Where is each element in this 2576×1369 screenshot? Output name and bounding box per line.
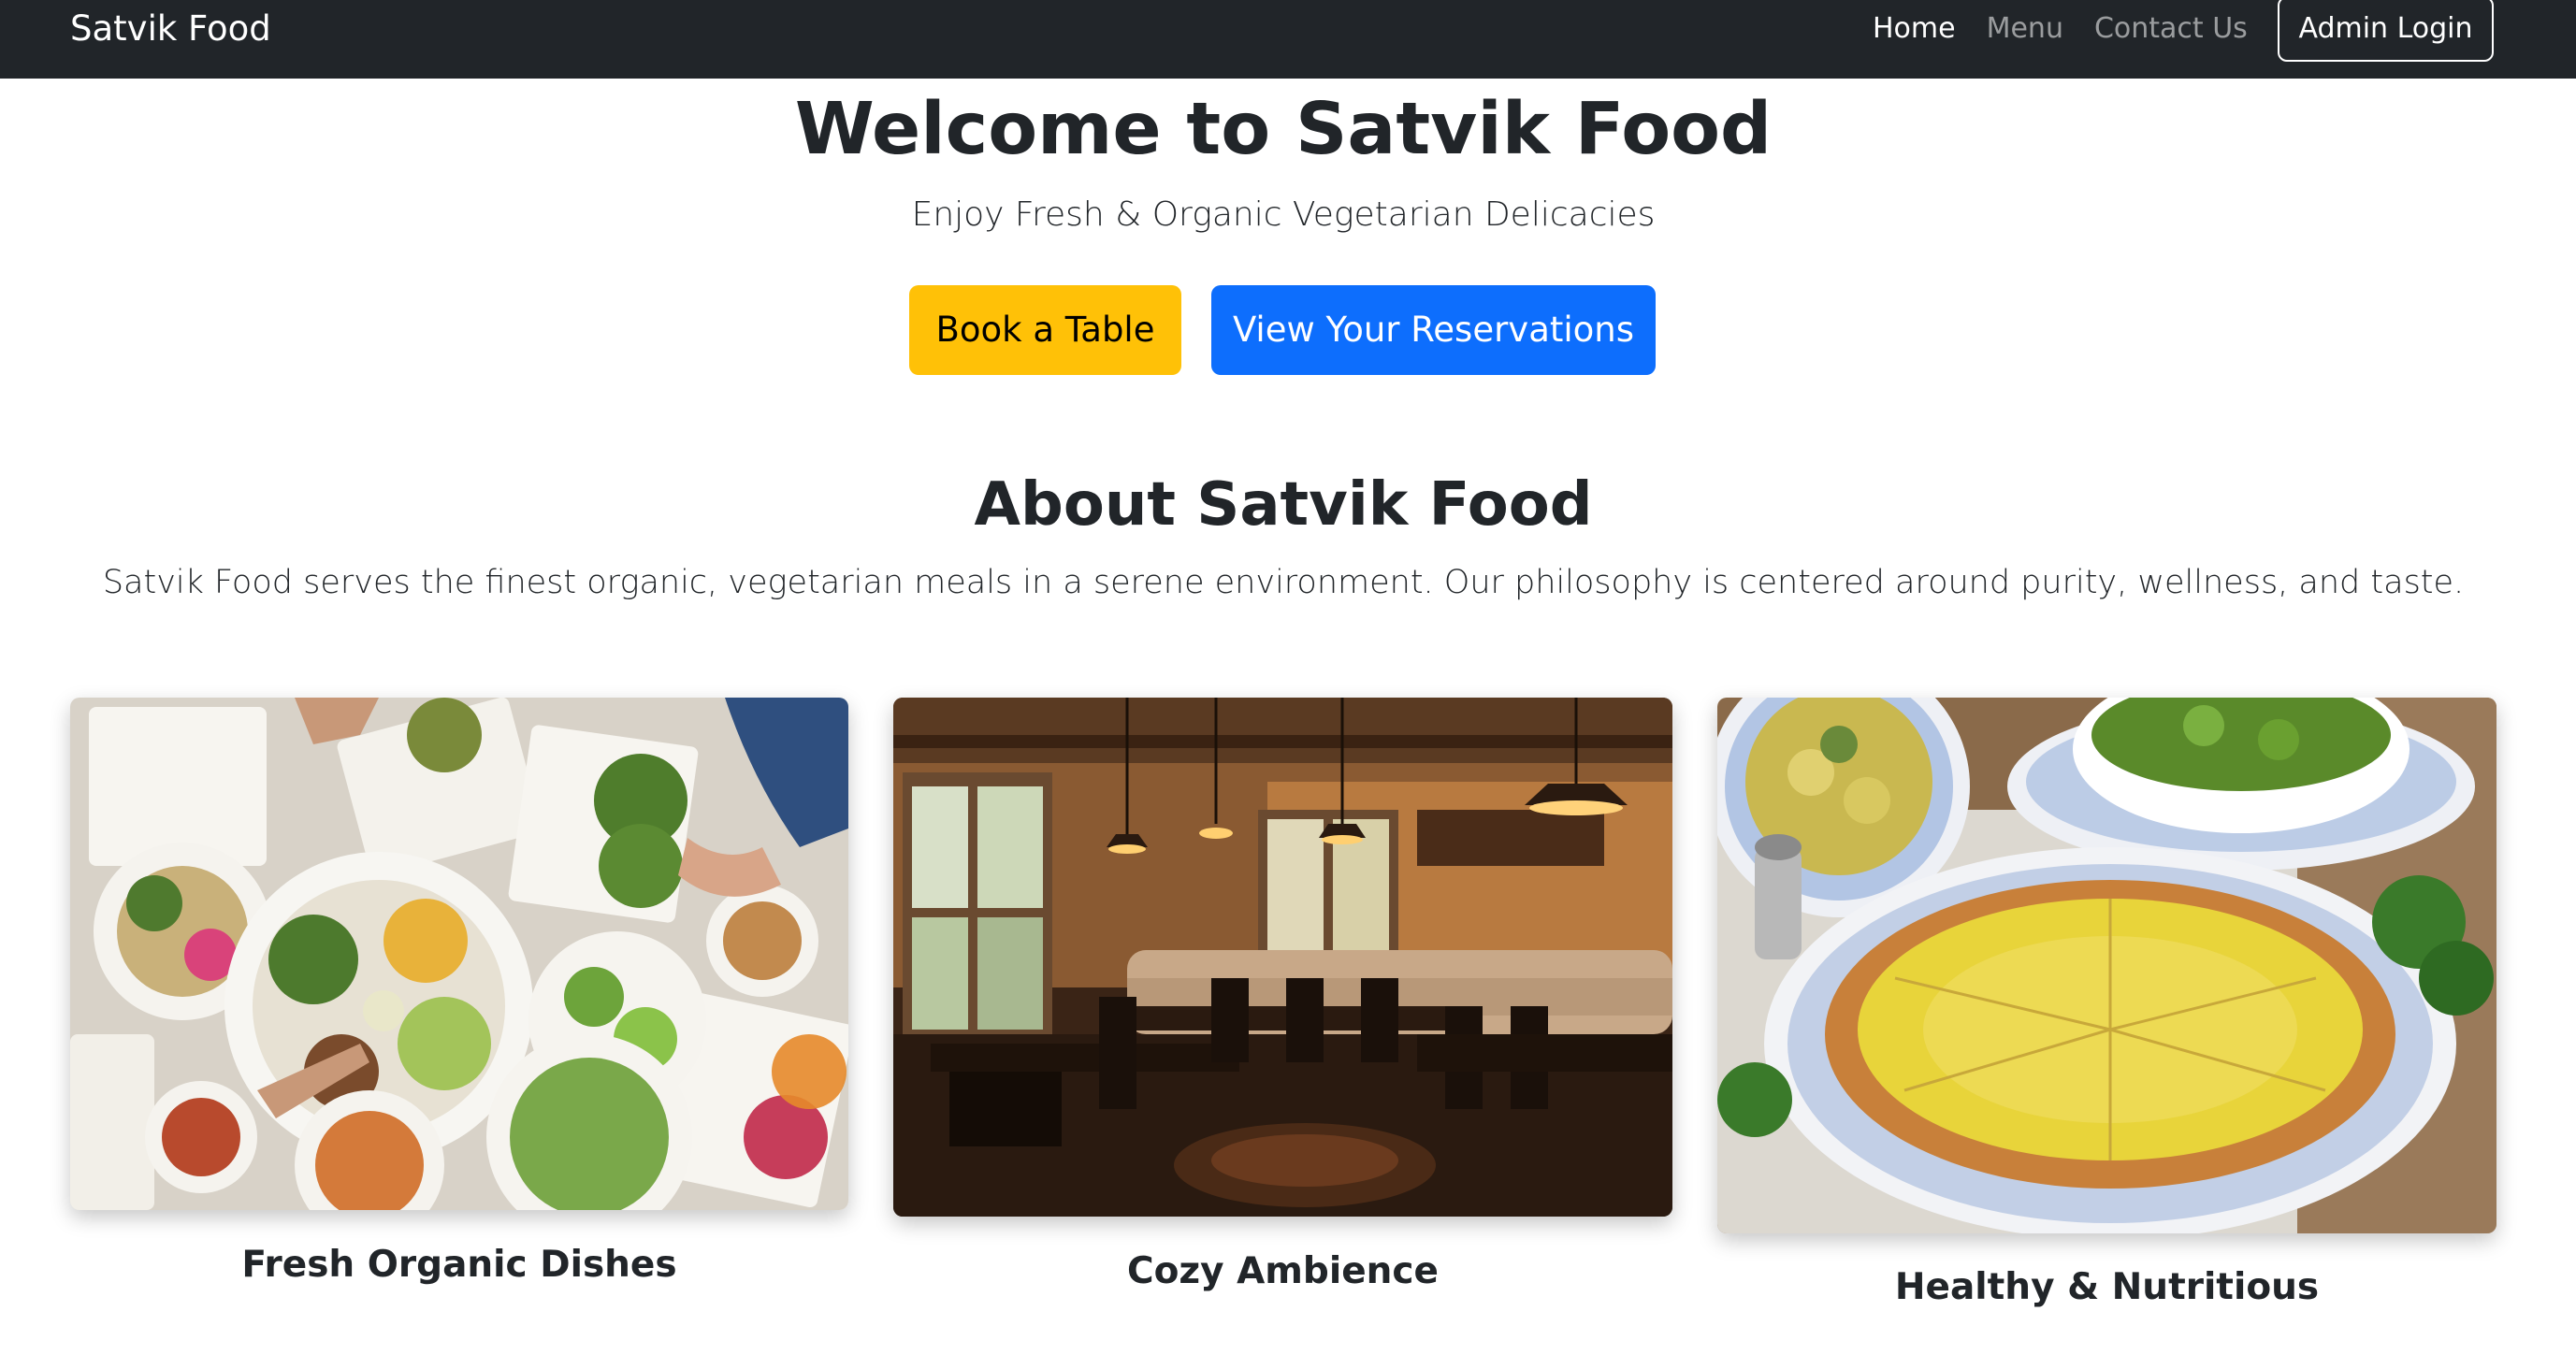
nav-link-home[interactable]: Home [1873,0,1956,58]
navbar: Satvik Food Home Menu Contact Us Admin L… [0,0,2576,79]
card-caption-cozy-ambience: Cozy Ambience [1126,1250,1439,1292]
restaurant-interior-image [893,698,1672,1217]
card-caption-healthy-nutritious: Healthy & Nutritious [1894,1266,2320,1308]
nav-link-contact[interactable]: Contact Us [2094,0,2248,58]
card-cozy-ambience [893,698,1672,1217]
book-table-button[interactable]: Book a Table [909,285,1181,375]
nav-link-menu[interactable]: Menu [1987,0,2063,58]
food-platter-image [70,698,848,1210]
card-caption-fresh-organic-dishes: Fresh Organic Dishes [241,1244,677,1286]
nav-links: Home Menu Contact Us [1873,0,2248,58]
about-title: About Satvik Food [974,470,1593,540]
hero-subtitle: Enjoy Fresh & Organic Vegetarian Delicac… [911,195,1656,234]
admin-login-button[interactable]: Admin Login [2278,0,2494,62]
card-healthy-nutritious [1717,698,2496,1233]
brand-logo[interactable]: Satvik Food [70,0,271,58]
card-fresh-organic-dishes [70,698,848,1210]
quiche-image [1717,698,2496,1233]
hero-title: Welcome to Satvik Food [794,88,1773,171]
view-reservations-button[interactable]: View Your Reservations [1211,285,1656,375]
about-text: Satvik Food serves the finest organic, v… [102,564,2465,601]
